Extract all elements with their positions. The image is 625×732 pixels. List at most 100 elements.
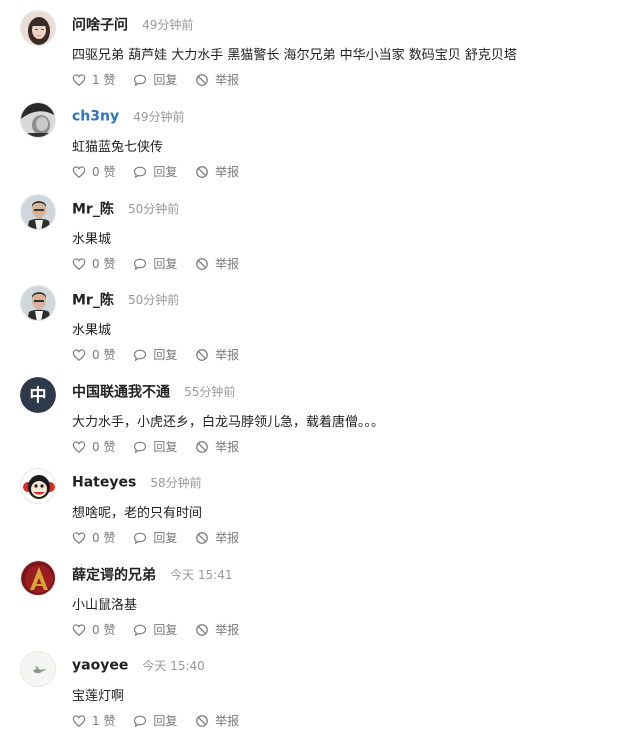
comment-header: Mr_陈 50分钟前 (72, 289, 179, 309)
reply-button[interactable]: 回复 (133, 438, 177, 455)
report-label: 举报 (215, 623, 240, 637)
username[interactable]: Hateyes (72, 475, 136, 491)
avatar[interactable] (20, 285, 56, 321)
report-button[interactable]: 举报 (195, 71, 239, 88)
reply-button[interactable]: 回复 (133, 712, 177, 729)
comment-bubble-icon (133, 531, 147, 545)
comment-text: 想啥呢，老的只有时间 (72, 506, 203, 521)
like-button[interactable]: 0 赞 (72, 529, 115, 546)
comment-item: Hateyes 58分钟前 想啥呢，老的只有时间 0 赞 回复 举报 (0, 458, 625, 549)
avatar[interactable] (20, 651, 56, 687)
avatar-letter: 中 (20, 377, 56, 413)
reply-label: 回复 (153, 531, 178, 545)
report-button[interactable]: 举报 (195, 529, 239, 546)
comment-text: 大力水手，小虎还乡，白龙马脖领儿急，载着唐僧。。。 (72, 415, 385, 430)
heart-icon (72, 73, 86, 87)
avatar[interactable] (20, 102, 56, 138)
reply-label: 回复 (153, 73, 178, 87)
like-button[interactable]: 1 赞 (72, 712, 115, 729)
comment-item: 薛定谔的兄弟 今天 15:41 小山鼠洛基 0 赞 回复 举报 (0, 550, 625, 641)
username[interactable]: 薛定谔的兄弟 (72, 568, 156, 584)
report-button[interactable]: 举报 (195, 255, 239, 272)
username[interactable]: yaoyee (72, 658, 128, 674)
like-button[interactable]: 0 赞 (72, 621, 115, 638)
report-button[interactable]: 举报 (195, 621, 239, 638)
reply-label: 回复 (153, 623, 178, 637)
heart-icon (72, 714, 86, 728)
reply-label: 回复 (153, 165, 178, 179)
like-button[interactable]: 0 赞 (72, 346, 115, 363)
like-label: 赞 (103, 440, 116, 454)
like-count: 0 (92, 440, 100, 454)
report-label: 举报 (215, 714, 240, 728)
username[interactable]: 问啥子问 (72, 18, 128, 34)
reply-button[interactable]: 回复 (133, 255, 177, 272)
comment-header: ch3ny 49分钟前 (72, 106, 184, 126)
avatar-photo-woman (21, 11, 55, 45)
report-button[interactable]: 举报 (195, 346, 239, 363)
comment-item: ch3ny 49分钟前 虹猫蓝兔七侠传 0 赞 回复 举报 (0, 92, 625, 183)
report-label: 举报 (215, 73, 240, 87)
heart-icon (72, 257, 86, 271)
username[interactable]: Mr_陈 (72, 293, 114, 309)
comment-bubble-icon (133, 257, 147, 271)
comment-actions: 0 赞 回复 举报 (72, 621, 253, 639)
username[interactable]: Mr_陈 (72, 202, 114, 218)
timestamp: 今天 15:40 (142, 659, 205, 673)
like-button[interactable]: 0 赞 (72, 438, 115, 455)
timestamp: 49分钟前 (133, 110, 185, 124)
comment-actions: 0 赞 回复 举报 (72, 346, 253, 364)
username[interactable]: ch3ny (72, 109, 119, 125)
ban-icon (195, 348, 209, 362)
comment-text: 水果城 (72, 323, 112, 338)
heart-icon (72, 440, 86, 454)
report-button[interactable]: 举报 (195, 712, 239, 729)
report-label: 举报 (215, 165, 240, 179)
comment-bubble-icon (133, 714, 147, 728)
comment-bubble-icon (133, 73, 147, 87)
like-button[interactable]: 1 赞 (72, 71, 115, 88)
avatar-monkey (21, 469, 55, 503)
like-count: 0 (92, 165, 100, 179)
reply-button[interactable]: 回复 (133, 529, 177, 546)
comment-actions: 0 赞 回复 举报 (72, 529, 253, 547)
comment-bubble-icon (133, 348, 147, 362)
timestamp: 55分钟前 (184, 385, 236, 399)
avatar[interactable]: 中 (20, 377, 56, 413)
timestamp: 50分钟前 (127, 202, 180, 216)
like-label: 赞 (103, 531, 116, 545)
reply-button[interactable]: 回复 (133, 163, 177, 180)
reply-label: 回复 (153, 348, 178, 362)
report-label: 举报 (215, 348, 240, 362)
like-label: 赞 (103, 257, 116, 271)
avatar[interactable] (20, 560, 56, 596)
avatar[interactable] (20, 10, 56, 46)
comment-actions: 1 赞 回复 举报 (72, 71, 253, 89)
reply-button[interactable]: 回复 (133, 346, 177, 363)
comment-item: Mr_陈 50分钟前 水果城 0 赞 回复 举报 (0, 275, 625, 366)
timestamp: 58分钟前 (150, 476, 202, 490)
like-count: 0 (92, 348, 100, 362)
like-button[interactable]: 0 赞 (72, 255, 115, 272)
comment-actions: 0 赞 回复 举报 (72, 438, 253, 456)
avatar-photo-man (21, 286, 55, 320)
comment-text: 虹猫蓝兔七侠传 (72, 140, 164, 155)
like-count: 0 (92, 531, 100, 545)
avatar-assassin-emblem (21, 561, 55, 595)
comment-item: 问啥子问 49分钟前 四驱兄弟 葫芦娃 大力水手 黑猫警长 海尔兄弟 中华小当家… (0, 0, 625, 91)
avatar[interactable] (20, 468, 56, 504)
timestamp: 50分钟前 (127, 293, 180, 307)
report-button[interactable]: 举报 (195, 438, 239, 455)
comment-text: 水果城 (72, 232, 112, 247)
username[interactable]: 中国联通我不通 (72, 385, 170, 401)
like-button[interactable]: 0 赞 (72, 163, 115, 180)
reply-button[interactable]: 回复 (133, 621, 177, 638)
avatar-photo-bw (21, 103, 55, 137)
reply-button[interactable]: 回复 (133, 71, 177, 88)
avatar[interactable] (20, 194, 56, 230)
like-count: 1 (92, 73, 100, 87)
heart-icon (72, 348, 86, 362)
report-button[interactable]: 举报 (195, 163, 239, 180)
comment-actions: 1 赞 回复 举报 (72, 712, 253, 730)
comment-header: 中国联通我不通 55分钟前 (72, 381, 235, 401)
